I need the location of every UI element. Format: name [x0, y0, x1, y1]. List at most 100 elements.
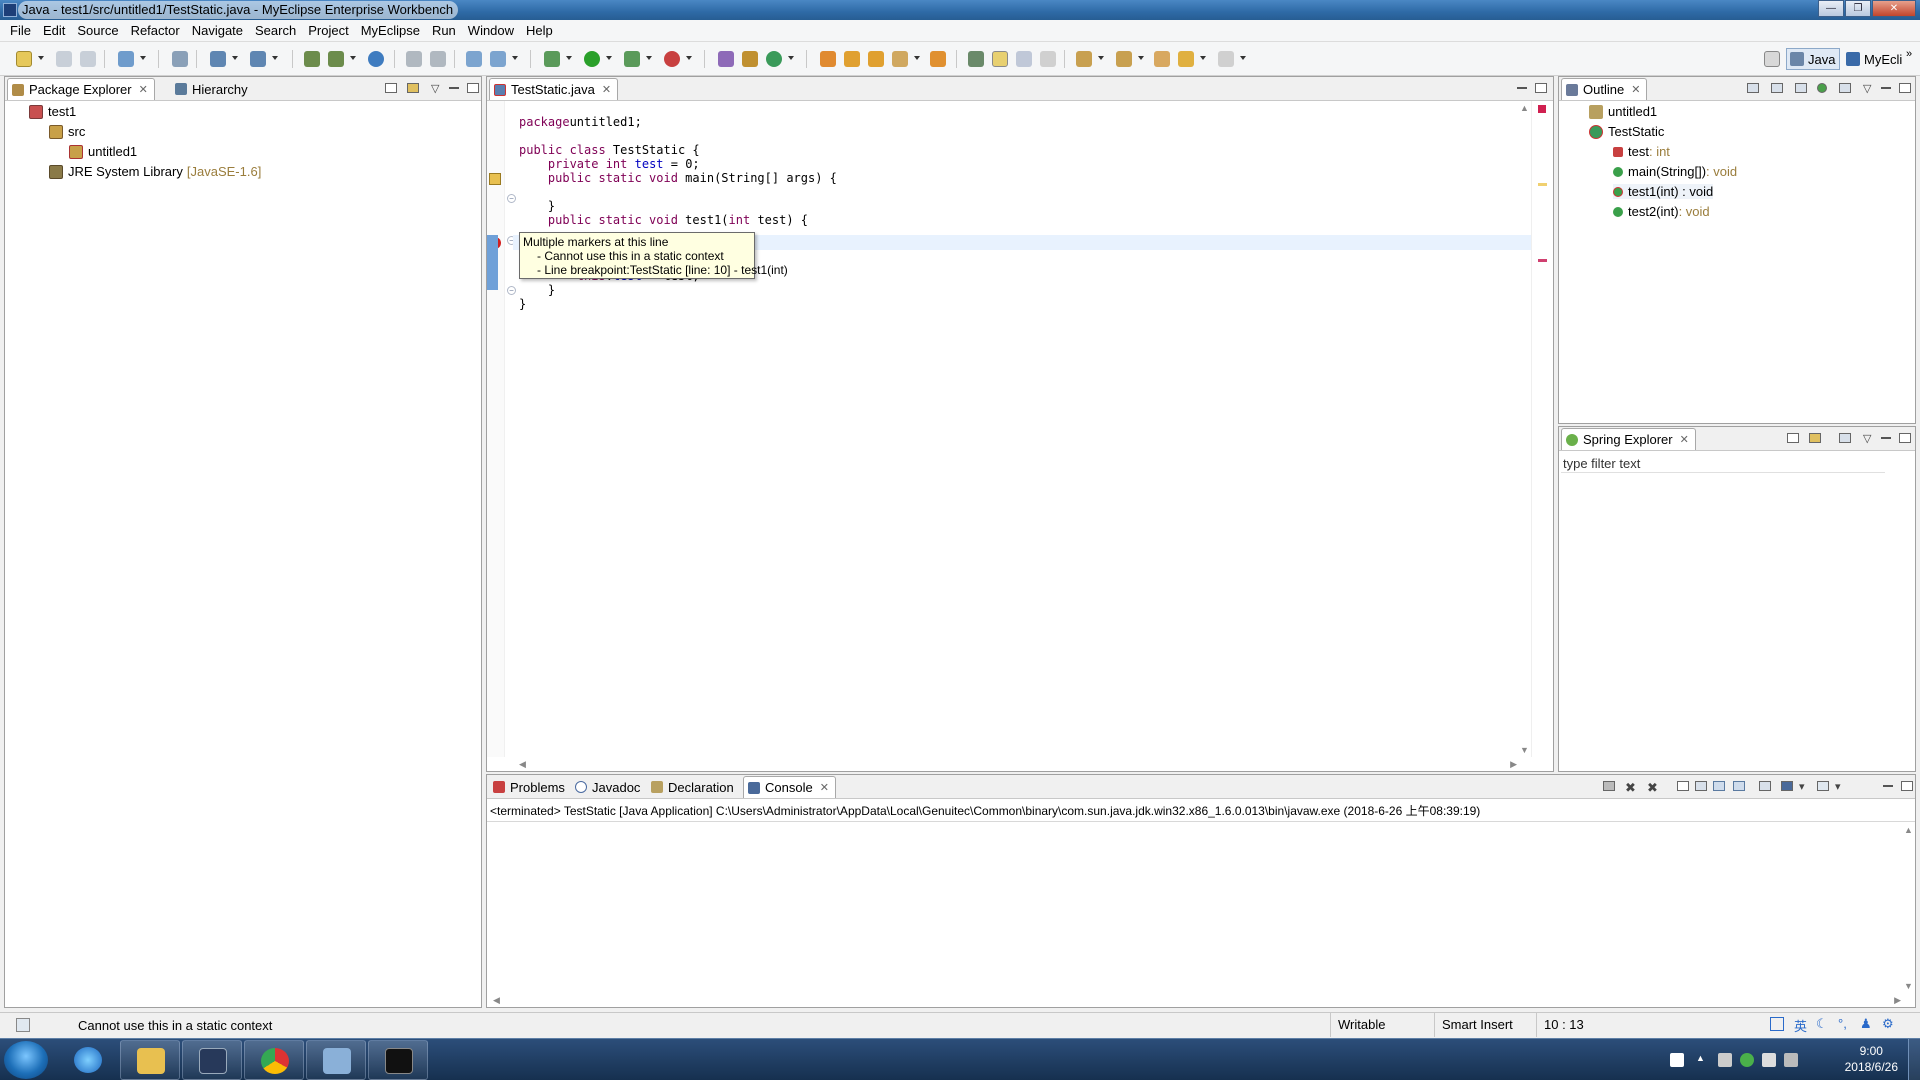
new-class-icon[interactable] [766, 51, 782, 67]
minimize-view-icon[interactable] [1881, 437, 1891, 439]
code-line[interactable]: } [519, 297, 526, 311]
scroll-left-icon[interactable]: ◀ [519, 759, 526, 770]
uml-icon[interactable] [466, 51, 482, 67]
collapse-all-icon[interactable] [385, 83, 397, 93]
error-summary-icon[interactable] [1538, 105, 1546, 113]
menu-refactor[interactable]: Refactor [125, 23, 186, 38]
close-tab-icon[interactable]: ✕ [1680, 433, 1689, 446]
open-console-dropdown-icon[interactable]: ▾ [1835, 780, 1841, 793]
display-console-icon[interactable] [1781, 781, 1793, 791]
tab-problems[interactable]: Problems [489, 776, 571, 798]
view-menu-icon[interactable]: ▽ [1863, 82, 1871, 95]
new-class-dropdown-icon[interactable] [788, 56, 794, 60]
start-button[interactable] [4, 1041, 48, 1079]
tab-outline[interactable]: Outline ✕ [1561, 78, 1648, 100]
sort-icon[interactable] [1839, 433, 1851, 443]
toggle-icon[interactable] [406, 51, 422, 67]
code-line[interactable]: public class TestStatic { [519, 143, 700, 157]
taskbar-cmd[interactable] [368, 1040, 428, 1080]
debug-dropdown-icon[interactable] [566, 56, 572, 60]
open-type-icon[interactable] [304, 51, 320, 67]
outline-item-method[interactable]: test2(int) : void [1613, 204, 1710, 219]
code-line[interactable]: } [519, 199, 555, 213]
tab-teststatic-java[interactable]: TestStatic.java ✕ [489, 78, 619, 100]
new-project-dropdown-icon[interactable] [140, 56, 146, 60]
security-icon[interactable] [1718, 1053, 1732, 1067]
tab-package-explorer[interactable]: Package Explorer ✕ [7, 78, 155, 100]
db-dropdown-icon[interactable] [512, 56, 518, 60]
taskbar-remote-desktop[interactable] [306, 1040, 366, 1080]
collapse-all-icon[interactable] [1787, 433, 1799, 443]
tab-hierarchy[interactable]: Hierarchy [171, 78, 254, 100]
menu-navigate[interactable]: Navigate [186, 23, 249, 38]
coverage-icon[interactable] [624, 51, 640, 67]
run-dropdown-icon[interactable] [606, 56, 612, 60]
minimize-button[interactable]: — [1818, 0, 1844, 17]
maximize-view-icon[interactable] [1899, 433, 1911, 443]
code-editor[interactable]: ✕ − − − packageuntitled1;public class Te… [487, 101, 1553, 771]
outline-item-field[interactable]: test : int [1613, 144, 1670, 159]
tree-item-package[interactable]: untitled1 [69, 144, 137, 159]
code-line[interactable]: } [519, 283, 555, 297]
tab-declaration[interactable]: Declaration [647, 776, 740, 798]
code-line[interactable]: public static void test1(int test) { [519, 213, 808, 227]
filter-input[interactable]: type filter text [1561, 453, 1885, 473]
vertical-ruler[interactable] [487, 101, 505, 757]
menu-myeclipse[interactable]: MyEclipse [355, 23, 426, 38]
maximize-button[interactable]: ❐ [1845, 0, 1871, 17]
server-icon[interactable] [172, 51, 188, 67]
scroll-left-icon[interactable]: ◀ [493, 995, 500, 1006]
overview-ruler[interactable] [1531, 101, 1553, 757]
error-overview-mark[interactable] [1538, 259, 1547, 262]
taskbar-ie[interactable] [58, 1040, 118, 1080]
search-tools-dropdown-icon[interactable] [914, 56, 920, 60]
warning-overview-mark[interactable] [1538, 183, 1547, 186]
maximize-view-icon[interactable] [1899, 83, 1911, 93]
show-hidden-icons-icon[interactable]: ▲ [1696, 1053, 1710, 1067]
deploy-icon[interactable] [210, 51, 226, 67]
remove-all-terminated-icon[interactable]: ✖ [1647, 780, 1658, 796]
user-icon[interactable]: ♟ [1860, 1016, 1872, 1032]
network-status-icon[interactable] [1740, 1053, 1754, 1067]
new-package-icon[interactable] [742, 51, 758, 67]
minimize-view-icon[interactable] [1517, 87, 1527, 89]
fold-toggle-icon[interactable]: − [507, 286, 516, 295]
outline-item-class[interactable]: TestStatic [1589, 124, 1664, 139]
browser-icon[interactable] [368, 51, 384, 67]
tab-javadoc[interactable]: Javadoc [571, 776, 646, 798]
fast-view-icon[interactable] [16, 1018, 30, 1032]
external-tools-icon[interactable] [664, 51, 680, 67]
maximize-view-icon[interactable] [467, 83, 479, 93]
fold-toggle-icon[interactable]: − [507, 194, 516, 203]
code-line[interactable]: private int test = 0; [519, 157, 700, 171]
next-annotation-dropdown-icon[interactable] [1098, 56, 1104, 60]
tab-spring-explorer[interactable]: Spring Explorer ✕ [1561, 428, 1696, 450]
punctuation-icon[interactable]: °, [1838, 1016, 1847, 1031]
hide-fields-icon[interactable] [1771, 83, 1783, 93]
open-folder-2-icon[interactable] [844, 51, 860, 67]
display-console-dropdown-icon[interactable]: ▾ [1799, 780, 1805, 793]
scroll-right-icon[interactable]: ▶ [1894, 995, 1901, 1006]
menu-help[interactable]: Help [520, 23, 559, 38]
ime-switch-icon[interactable] [1770, 1017, 1784, 1031]
remove-launch-icon[interactable]: ✖ [1625, 780, 1636, 796]
debug-icon[interactable] [544, 51, 560, 67]
clear-console-icon[interactable] [1677, 781, 1689, 791]
show-stdout-icon[interactable] [1713, 781, 1725, 791]
warning-marker-icon[interactable] [489, 173, 501, 185]
back-icon[interactable] [1178, 51, 1194, 67]
scroll-down-icon[interactable]: ▼ [1904, 981, 1913, 991]
open-perspective-icon[interactable] [1764, 51, 1780, 67]
java-perspective-button[interactable]: Java [1786, 48, 1840, 70]
last-edit-icon[interactable] [1154, 51, 1170, 67]
tab-console[interactable]: Console ✕ [743, 776, 836, 798]
outline-item-method[interactable]: main(String[]) : void [1613, 164, 1737, 179]
tree-item-src[interactable]: src [49, 124, 85, 139]
block-selection-icon[interactable] [1016, 51, 1032, 67]
run-server-dropdown-icon[interactable] [272, 56, 278, 60]
settings-gear-icon[interactable]: ⚙ [1882, 1016, 1894, 1032]
new-java-project-icon[interactable] [718, 51, 734, 67]
print-icon[interactable] [80, 51, 96, 67]
console-vertical-scrollbar[interactable]: ▲ ▼ [1901, 821, 1915, 993]
close-tab-icon[interactable]: ✕ [820, 781, 829, 794]
